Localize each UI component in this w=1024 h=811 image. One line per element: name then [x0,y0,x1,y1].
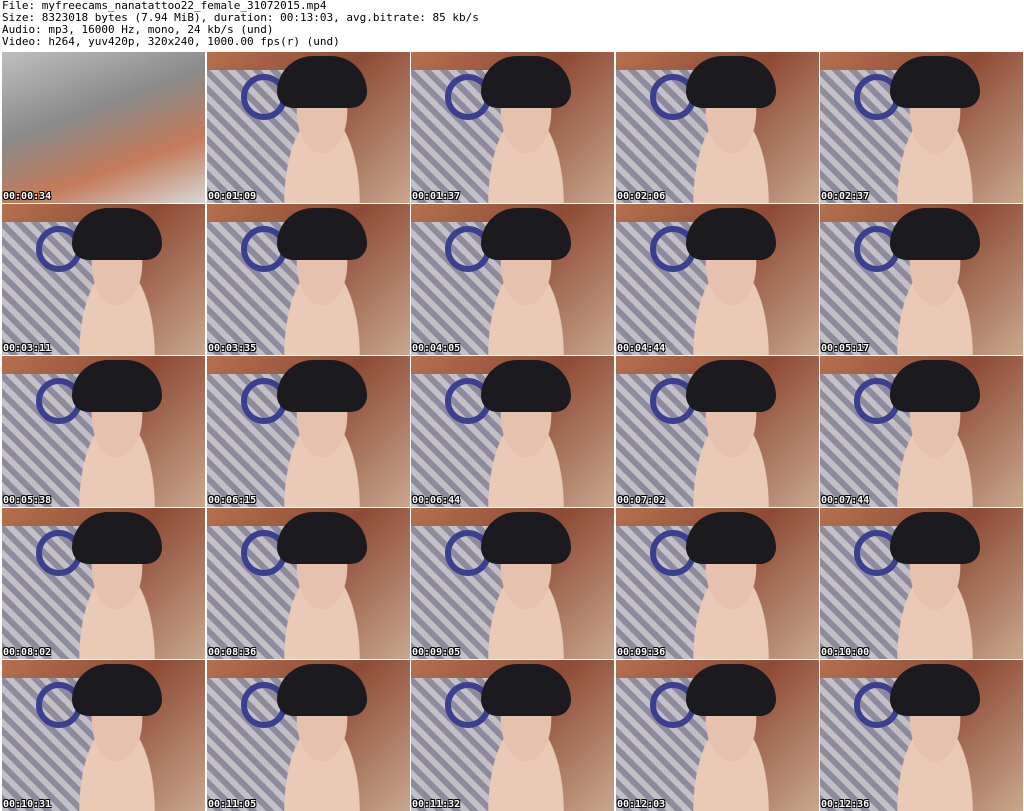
video-thumbnail: 00:04:44 [616,204,819,355]
thumbnail-timestamp: 00:08:02 [3,647,52,658]
video-thumbnail: 00:09:36 [616,508,819,659]
thumbnail-hair [277,512,367,564]
thumbnail-hair [481,56,571,108]
video-thumbnail: 00:04:05 [411,204,614,355]
thumbnail-hair [686,56,776,108]
video-thumbnail: 00:07:44 [820,356,1023,507]
thumbnail-timestamp: 00:11:32 [412,799,461,810]
thumbnail-hair [686,208,776,260]
thumbnail-hair [890,360,980,412]
video-thumbnail: 00:08:36 [207,508,410,659]
video-thumbnail: 00:10:31 [2,660,205,811]
thumbnail-timestamp: 00:02:06 [617,191,666,202]
thumbnail-hair [277,56,367,108]
video-thumbnail: 00:05:17 [820,204,1023,355]
thumbnail-hair [481,664,571,716]
file-info-header: File: myfreecams_nanatattoo22_female_310… [2,0,1022,50]
thumbnail-timestamp: 00:03:11 [3,343,52,354]
thumbnail-timestamp: 00:02:37 [821,191,870,202]
thumbnail-grid: 00:00:34 00:01:09 00:01:37 00:02:06 00:02:37… [2,52,1024,811]
thumbnail-timestamp: 00:04:44 [617,343,666,354]
thumbnail-hair [890,56,980,108]
video-thumbnail: 00:03:11 [2,204,205,355]
thumbnail-timestamp: 00:12:03 [617,799,666,810]
thumbnail-timestamp: 00:11:05 [208,799,257,810]
thumbnail-timestamp: 00:10:00 [821,647,870,658]
thumbnail-timestamp: 00:04:05 [412,343,461,354]
video-thumbnail: 00:06:44 [411,356,614,507]
thumbnail-timestamp: 00:05:38 [3,495,52,506]
thumbnail-timestamp: 00:07:44 [821,495,870,506]
thumbnail-hair [890,512,980,564]
thumbnail-timestamp: 00:12:36 [821,799,870,810]
thumbnail-timestamp: 00:01:09 [208,191,257,202]
thumbnail-hair [481,512,571,564]
thumbnail-hair [686,512,776,564]
thumbnail-timestamp: 00:06:44 [412,495,461,506]
thumbnail-hair [277,360,367,412]
video-thumbnail: 00:00:34 [2,52,205,203]
file-name-line: File: myfreecams_nanatattoo22_female_310… [2,0,327,12]
thumbnail-hair [72,664,162,716]
thumbnail-timestamp: 00:00:34 [3,191,52,202]
video-thumbnail: 00:05:38 [2,356,205,507]
audio-info-line: Audio: mp3, 16000 Hz, mono, 24 kb/s (und… [2,24,274,36]
video-thumbnail: 00:01:37 [411,52,614,203]
thumbnail-hair [72,512,162,564]
video-thumbnail: 00:02:37 [820,52,1023,203]
thumbnail-timestamp: 00:08:36 [208,647,257,658]
video-thumbnail: 00:12:03 [616,660,819,811]
video-thumbnail: 00:01:09 [207,52,410,203]
thumbnail-timestamp: 00:09:05 [412,647,461,658]
thumbnail-timestamp: 00:05:17 [821,343,870,354]
thumbnail-timestamp: 00:09:36 [617,647,666,658]
thumbnail-timestamp: 00:10:31 [3,799,52,810]
thumbnail-hair [686,664,776,716]
thumbnail-timestamp: 00:01:37 [412,191,461,202]
thumbnail-hair [890,208,980,260]
thumbnail-timestamp: 00:06:15 [208,495,257,506]
video-thumbnail: 00:11:05 [207,660,410,811]
video-thumbnail: 00:10:00 [820,508,1023,659]
thumbnail-hair [72,360,162,412]
video-info-line: Video: h264, yuv420p, 320x240, 1000.00 f… [2,36,340,48]
thumbnail-hair [277,208,367,260]
thumbnail-hair [72,208,162,260]
video-thumbnail: 00:11:32 [411,660,614,811]
thumbnail-hair [277,664,367,716]
thumbnail-hair [481,208,571,260]
video-thumbnail: 00:02:06 [616,52,819,203]
file-size-line: Size: 8323018 bytes (7.94 MiB), duration… [2,12,479,24]
thumbnail-timestamp: 00:03:35 [208,343,257,354]
thumbnail-hair [481,360,571,412]
video-thumbnail: 00:06:15 [207,356,410,507]
video-thumbnail: 00:03:35 [207,204,410,355]
video-thumbnail: 00:08:02 [2,508,205,659]
thumbnail-timestamp: 00:07:02 [617,495,666,506]
video-thumbnail: 00:07:02 [616,356,819,507]
video-thumbnail: 00:12:36 [820,660,1023,811]
thumbnail-hair [686,360,776,412]
thumbnail-hair [890,664,980,716]
video-thumbnail: 00:09:05 [411,508,614,659]
